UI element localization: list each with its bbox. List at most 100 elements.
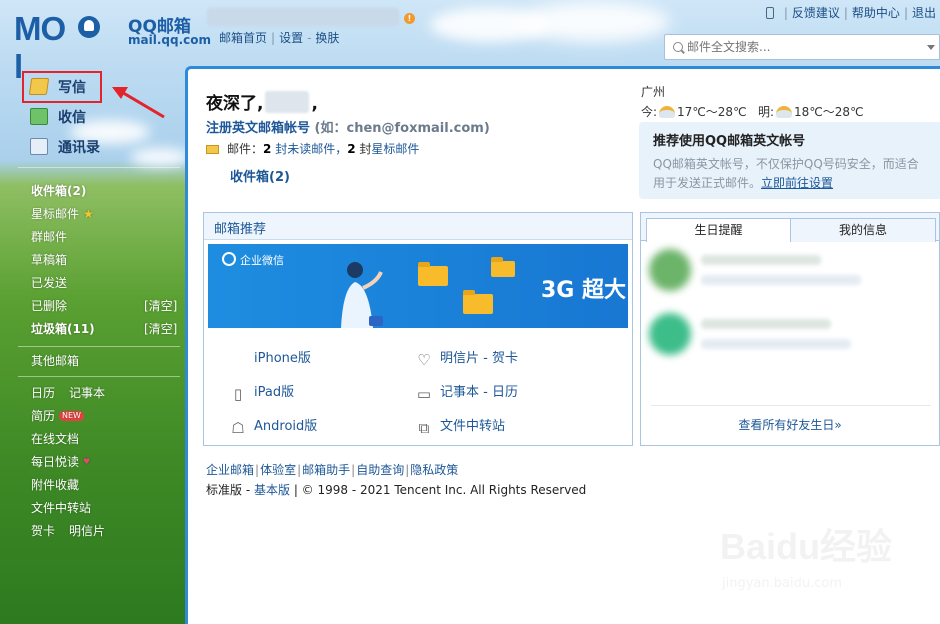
tool-postcard[interactable]: 明信片 bbox=[69, 524, 105, 538]
star-icon: ★ bbox=[83, 207, 94, 221]
username-blurred bbox=[265, 91, 310, 113]
top-nav-links: 邮箱首页 | 设置 - 换肤 bbox=[219, 31, 340, 45]
transfer-link[interactable]: ⧉ 文件中转站 bbox=[416, 415, 505, 436]
folder-spam[interactable]: 垃圾箱(11) bbox=[31, 320, 95, 337]
footer-link-assistant[interactable]: 邮箱助手 bbox=[302, 463, 350, 477]
heart-outline-icon: ♡ bbox=[417, 351, 431, 369]
tool-transfer[interactable]: 文件中转站 bbox=[31, 499, 91, 516]
birthday-tabs: 生日提醒 我的信息 bbox=[641, 213, 939, 242]
baidu-watermark: Baidu经验 jingyan.baidu.com bbox=[720, 518, 920, 608]
postcard-link[interactable]: ♡ 明信片 - 贺卡 bbox=[416, 347, 518, 368]
watermark-main: Baidu经验 bbox=[720, 526, 893, 567]
tab-my-info[interactable]: 我的信息 bbox=[791, 218, 936, 242]
unread-count: 2 bbox=[263, 142, 272, 156]
link-skin[interactable]: 换肤 bbox=[315, 31, 339, 45]
inbox-link[interactable]: 收件箱(2) bbox=[230, 166, 290, 185]
contacts-label: 通讯录 bbox=[58, 140, 100, 156]
link-help[interactable]: 帮助中心 bbox=[852, 6, 900, 20]
app-android-label: Android版 bbox=[254, 419, 318, 434]
tool-notepad[interactable]: 记事本 bbox=[69, 386, 105, 400]
greeting: 夜深了,, bbox=[206, 89, 318, 114]
weather-widget: 广州 今: 17℃～28℃ 明: 18℃～28℃ bbox=[641, 83, 864, 120]
app-ipad-link[interactable]: ▯ iPad版 bbox=[230, 381, 294, 402]
tablet-icon: ▯ bbox=[233, 385, 243, 403]
tool-card[interactable]: 贺卡 bbox=[31, 524, 55, 538]
tool-daily-label: 每日悦读 bbox=[31, 455, 80, 469]
tool-daily[interactable]: 每日悦读 ♥ bbox=[31, 453, 90, 470]
app-iphone-label: iPhone版 bbox=[254, 351, 311, 366]
footer-link-enterprise[interactable]: 企业邮箱 bbox=[206, 463, 254, 477]
folder-icon bbox=[418, 262, 448, 286]
folder-icon bbox=[491, 257, 515, 277]
watermark-sub: jingyan.baidu.com bbox=[722, 576, 842, 591]
clear-deleted-link[interactable]: [清空] bbox=[144, 297, 177, 314]
star-count: 2 bbox=[347, 142, 356, 156]
see-all-birthdays-link[interactable]: 查看所有好友生日» bbox=[641, 416, 939, 433]
link-feedback[interactable]: 反馈建议 bbox=[792, 6, 840, 20]
divider bbox=[651, 405, 931, 406]
tab-birthday[interactable]: 生日提醒 bbox=[646, 218, 791, 242]
footer-link-lab[interactable]: 体验室 bbox=[260, 463, 296, 477]
wework-banner[interactable]: 企业微信 3G 超大 bbox=[208, 244, 628, 328]
footer-link-privacy[interactable]: 隐私政策 bbox=[410, 463, 458, 477]
folder-deleted[interactable]: 已删除 bbox=[31, 297, 67, 314]
footer-basic-link[interactable]: 基本版 bbox=[254, 483, 290, 497]
inbox-download-icon bbox=[30, 108, 48, 125]
folder-other[interactable]: 其他邮箱 bbox=[31, 352, 79, 369]
footer: 企业邮箱|体验室|邮箱助手|自助查询|隐私政策 标准版 - 基本版 | © 19… bbox=[206, 463, 587, 497]
tool-calendar[interactable]: 日历 bbox=[31, 386, 55, 400]
heart-icon: ♥ bbox=[83, 457, 91, 466]
link-settings[interactable]: 设置 bbox=[279, 31, 303, 45]
star-mail-link[interactable]: 星标邮件 bbox=[371, 142, 419, 156]
transfer-label: 文件中转站 bbox=[440, 419, 506, 434]
search-box[interactable] bbox=[664, 34, 940, 60]
link-logout[interactable]: 退出 bbox=[912, 6, 936, 20]
english-account-promo: 推荐使用QQ邮箱英文帐号 QQ邮箱英文帐号，不仅保护QQ号码安全，而适合用于发送… bbox=[639, 122, 940, 199]
folder-group[interactable]: 群邮件 bbox=[31, 228, 67, 245]
app-android-link[interactable]: ☖ Android版 bbox=[230, 415, 317, 436]
unread-link[interactable]: 封未读邮件， bbox=[275, 142, 347, 156]
banner-text: 3G 超大 bbox=[540, 278, 626, 303]
folder-starred[interactable]: 星标邮件 ★ bbox=[31, 205, 94, 222]
register-hint: (如：chen@foxmail.com) bbox=[314, 121, 490, 136]
divider bbox=[18, 167, 180, 168]
chevron-down-icon[interactable] bbox=[927, 45, 935, 50]
cloudy-sun-icon bbox=[659, 106, 676, 118]
notepad-link[interactable]: ▭ 记事本 - 日历 bbox=[416, 381, 518, 402]
register-english-account: 注册英文邮箱帐号 (如：chen@foxmail.com) bbox=[206, 117, 490, 136]
tool-docs[interactable]: 在线文档 bbox=[31, 430, 79, 447]
folder-sent[interactable]: 已发送 bbox=[31, 274, 67, 291]
red-arrow-annotation bbox=[112, 87, 165, 119]
friend-info-blurred bbox=[701, 319, 831, 329]
register-link[interactable]: 注册英文邮箱帐号 bbox=[206, 121, 310, 136]
divider bbox=[18, 376, 180, 377]
link-mail-home[interactable]: 邮箱首页 bbox=[219, 31, 267, 45]
folder-inbox[interactable]: 收件箱(2) bbox=[31, 182, 86, 199]
folder-starred-label: 星标邮件 bbox=[31, 207, 80, 221]
search-input[interactable] bbox=[687, 39, 907, 55]
pencil-icon bbox=[28, 78, 50, 95]
weather-today-temp: 17℃～28℃ bbox=[677, 105, 747, 119]
folder-drafts[interactable]: 草稿箱 bbox=[31, 251, 67, 268]
tool-row-card: 贺卡 明信片 bbox=[31, 522, 105, 539]
promo-desc: QQ邮箱英文帐号，不仅保护QQ号码安全，而适合用于发送正式邮件。立即前往设置 bbox=[653, 155, 929, 193]
phone-icon[interactable] bbox=[765, 7, 774, 19]
folder-icon bbox=[463, 290, 493, 314]
right-top-links: | 反馈建议 | 帮助中心 | 退出 bbox=[765, 4, 936, 21]
cloudy-sun-icon bbox=[776, 106, 793, 118]
alert-dot-icon[interactable]: ! bbox=[404, 13, 415, 24]
promo-settings-link[interactable]: 立即前往设置 bbox=[761, 176, 833, 190]
weather-city: 广州 bbox=[641, 85, 666, 99]
banner-brand: 企业微信 bbox=[222, 252, 284, 268]
tool-resume[interactable]: 简历 NEW bbox=[31, 407, 84, 424]
new-badge: NEW bbox=[59, 411, 84, 421]
search-icon[interactable] bbox=[673, 42, 683, 52]
apple-icon bbox=[230, 349, 246, 365]
greeting-prefix: 夜深了, bbox=[206, 94, 264, 114]
cloud-decoration bbox=[520, 2, 670, 42]
footer-standard: 标准版 bbox=[206, 483, 243, 497]
clear-spam-link[interactable]: [清空] bbox=[144, 320, 177, 337]
footer-link-self-query[interactable]: 自助查询 bbox=[356, 463, 404, 477]
tool-attachments[interactable]: 附件收藏 bbox=[31, 476, 79, 493]
app-iphone-link[interactable]: iPhone版 bbox=[230, 347, 311, 366]
